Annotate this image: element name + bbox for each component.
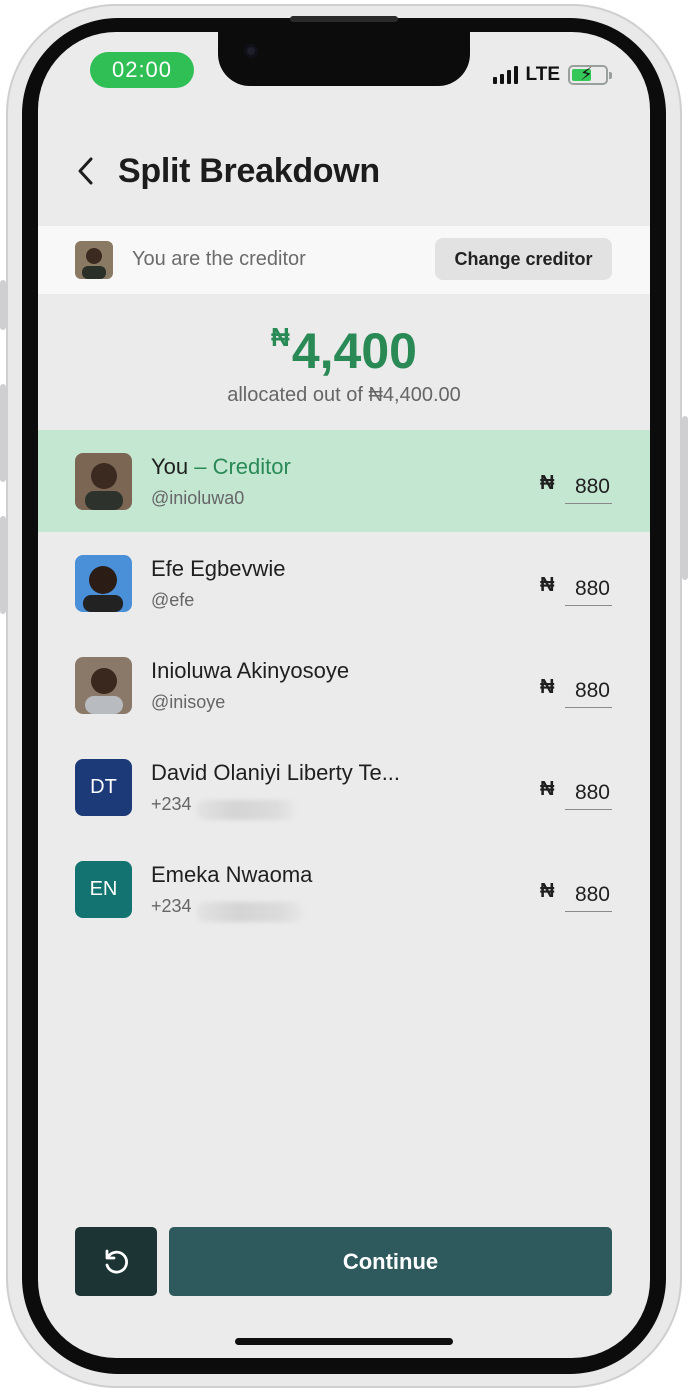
status-time: 02:00 xyxy=(90,52,194,88)
amount-input[interactable] xyxy=(565,776,612,810)
currency-symbol: ₦ xyxy=(271,322,290,352)
amount-input[interactable] xyxy=(565,470,612,504)
naira-symbol: ₦ xyxy=(540,472,555,494)
reset-icon xyxy=(105,1249,128,1274)
battery-icon: ⚡ xyxy=(568,64,612,85)
creditor-bar: You are the creditor Change creditor xyxy=(38,226,650,294)
participant-name: You – Creditor xyxy=(151,454,291,479)
volume-up-button xyxy=(0,384,6,482)
participant-handle: @inisoye xyxy=(151,692,226,712)
participant-row[interactable]: Inioluwa Akinyosoye @inisoye ₦ xyxy=(38,634,650,736)
participant-name: Efe Egbevwie xyxy=(151,556,286,581)
participant-name: David Olaniyi Liberty Te... xyxy=(151,760,401,785)
avatar xyxy=(75,555,132,612)
avatar-initials: EN xyxy=(75,861,132,918)
network-type: LTE xyxy=(525,64,560,85)
power-button xyxy=(682,416,688,580)
change-creditor-button[interactable]: Change creditor xyxy=(435,238,612,280)
avatar xyxy=(75,453,132,510)
naira-symbol: ₦ xyxy=(540,778,555,800)
volume-down-button xyxy=(0,516,6,614)
notch xyxy=(218,32,470,86)
naira-symbol: ₦ xyxy=(540,574,555,596)
reset-button[interactable] xyxy=(75,1227,157,1296)
participant-row[interactable]: EN Emeka Nwaoma +234 ₦ xyxy=(38,838,650,940)
participant-row-you[interactable]: You – Creditor @inioluwa0 ₦ xyxy=(38,430,650,532)
allocated-value: 4,400 xyxy=(291,323,417,379)
amount-input[interactable] xyxy=(565,674,612,708)
naira-symbol: ₦ xyxy=(540,880,555,902)
amount-input[interactable] xyxy=(565,572,612,606)
header: Split Breakdown xyxy=(38,142,650,202)
creditor-tag: – Creditor xyxy=(188,454,291,479)
participant-handle: @inioluwa0 xyxy=(151,488,245,508)
chevron-left-icon[interactable] xyxy=(74,156,98,186)
home-indicator xyxy=(235,1338,453,1345)
participant-name: Emeka Nwaoma xyxy=(151,862,313,887)
speaker-grille xyxy=(290,16,398,22)
participant-name: Inioluwa Akinyosoye xyxy=(151,658,350,683)
mute-switch xyxy=(0,280,6,330)
participant-list: You – Creditor @inioluwa0 ₦ Efe Egbevwie… xyxy=(38,430,650,940)
camera-icon xyxy=(244,44,258,58)
creditor-avatar xyxy=(75,241,113,279)
participant-row[interactable]: Efe Egbevwie @efe ₦ xyxy=(38,532,650,634)
participant-row[interactable]: DT David Olaniyi Liberty Te... +234 ₦ xyxy=(38,736,650,838)
redacted-phone xyxy=(196,902,304,922)
continue-button[interactable]: Continue xyxy=(169,1227,612,1296)
participant-phone: +234 xyxy=(151,896,192,916)
redacted-phone xyxy=(196,800,296,820)
participant-phone: +234 xyxy=(151,794,192,814)
allocated-amount: ₦4,400 xyxy=(38,322,650,380)
app-screen: 02:00 LTE ⚡ Split Breakdown You are the … xyxy=(38,32,650,1358)
participant-handle: @efe xyxy=(151,590,195,610)
status-indicators: LTE ⚡ xyxy=(492,64,612,86)
page-title: Split Breakdown xyxy=(118,152,380,190)
avatar xyxy=(75,657,132,714)
amount-input[interactable] xyxy=(565,878,612,912)
creditor-status-text: You are the creditor xyxy=(132,248,306,270)
allocated-caption: allocated out of ₦4,400.00 xyxy=(227,384,461,406)
signal-icon xyxy=(492,66,518,84)
naira-symbol: ₦ xyxy=(540,676,555,698)
avatar-initials: DT xyxy=(75,759,132,816)
